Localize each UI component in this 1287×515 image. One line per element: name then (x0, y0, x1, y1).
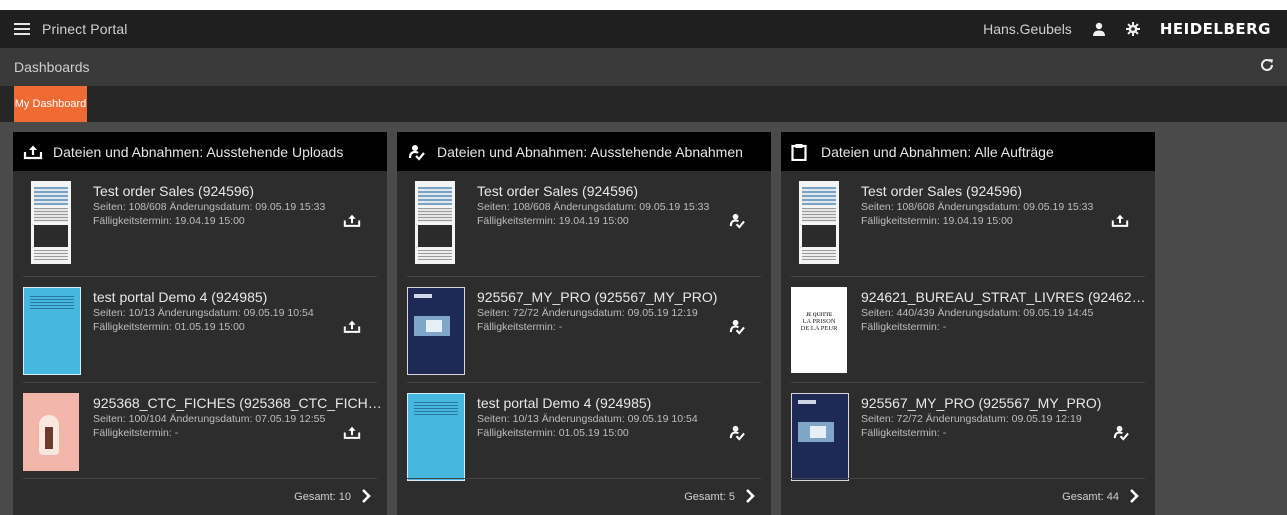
item-title: test portal Demo 4 (924985) (477, 395, 652, 411)
upload-icon[interactable] (341, 421, 363, 443)
item-meta: Seiten: 108/608 Änderungsdatum: 09.05.19… (477, 201, 710, 213)
upload-icon[interactable] (341, 315, 363, 337)
item-due-date: Fälligkeitstermin: 19.04.19 15:00 (477, 215, 629, 227)
panel-header: Dateien und Abnahmen: Ausstehende Upload… (13, 132, 387, 171)
item-due-date: Fälligkeitstermin: - (93, 427, 179, 439)
panel-pending-approvals: Dateien und Abnahmen: Ausstehende Abnahm… (397, 132, 771, 515)
document-thumbnail (415, 181, 455, 264)
list-item[interactable]: test portal Demo 4 (924985) Seiten: 10/1… (407, 383, 761, 488)
item-meta: Seiten: 108/608 Änderungsdatum: 09.05.19… (93, 201, 326, 213)
approval-icon[interactable] (725, 209, 747, 231)
book-cover-line: DE LA PEUR (800, 325, 838, 332)
item-title: 924621_BUREAU_STRAT_LIVRES (924621_BUREA… (861, 289, 1153, 305)
item-meta: Seiten: 72/72 Änderungsdatum: 09.05.19 1… (477, 307, 698, 319)
book-cover-line: LA PRISON (802, 318, 836, 325)
panel-title: Dateien und Abnahmen: Alle Aufträge (821, 143, 1054, 160)
app-title: Prinect Portal (42, 21, 128, 37)
list-item[interactable]: test portal Demo 4 (924985) Seiten: 10/1… (23, 277, 377, 383)
tab-bar: My Dashboard (0, 86, 1287, 122)
chevron-right-icon[interactable] (361, 488, 371, 506)
item-title: 925567_MY_PRO (925567_MY_PRO) (861, 395, 1102, 411)
item-due-date: Fälligkeitstermin: - (861, 427, 947, 439)
list-item[interactable]: Test order Sales (924596) Seiten: 108/60… (23, 171, 377, 277)
item-title: 925567_MY_PRO (925567_MY_PRO) (477, 289, 718, 305)
panel-footer: Gesamt: 10 (23, 478, 377, 515)
panel-pending-uploads: Dateien und Abnahmen: Ausstehende Upload… (13, 132, 387, 515)
list-item[interactable]: 925567_MY_PRO (925567_MY_PRO) Seiten: 72… (407, 277, 761, 383)
user-name[interactable]: Hans.Geubels (983, 21, 1072, 37)
panel-title: Dateien und Abnahmen: Ausstehende Abnahm… (437, 143, 743, 160)
clipboard-icon (791, 143, 811, 161)
document-thumbnail: JE QUITTE LA PRISON DE LA PEUR (791, 287, 847, 373)
panel-title: Dateien und Abnahmen: Ausstehende Upload… (53, 143, 344, 160)
item-title: test portal Demo 4 (924985) (93, 289, 268, 305)
panel-header: Dateien und Abnahmen: Ausstehende Abnahm… (397, 132, 771, 171)
item-due-date: Fälligkeitstermin: 19.04.19 15:00 (861, 215, 1013, 227)
panel-footer: Gesamt: 5 (407, 478, 761, 515)
total-count: Gesamt: 10 (294, 491, 351, 503)
list-item[interactable]: Test order Sales (924596) Seiten: 108/60… (407, 171, 761, 277)
heidelberg-logo: HEIDELBERG (1159, 20, 1271, 38)
approval-icon[interactable] (725, 421, 747, 443)
panel-all-jobs: Dateien und Abnahmen: Alle Aufträge Test… (781, 132, 1155, 515)
item-due-date: Fälligkeitstermin: 01.05.19 15:00 (93, 321, 245, 333)
item-title: Test order Sales (924596) (861, 183, 1023, 199)
item-due-date: Fälligkeitstermin: 01.05.19 15:00 (477, 427, 629, 439)
page-title: Dashboards (14, 59, 90, 75)
item-due-date: Fälligkeitstermin: - (861, 321, 947, 333)
item-title: 925368_CTC_FICHES (925368_CTC_FICHES) (93, 395, 385, 411)
item-meta: Seiten: 100/104 Änderungsdatum: 07.05.19… (93, 413, 326, 425)
top-bar: Prinect Portal Hans.Geubels HEIDELBERG (0, 10, 1287, 48)
approval-icon[interactable] (725, 315, 747, 337)
item-title: Test order Sales (924596) (477, 183, 639, 199)
dashboards-bar: Dashboards (0, 48, 1287, 86)
item-meta: Seiten: 440/439 Änderungsdatum: 09.05.19… (861, 307, 1094, 319)
approval-icon[interactable] (1109, 421, 1131, 443)
item-meta: Seiten: 10/13 Änderungsdatum: 09.05.19 1… (477, 413, 698, 425)
document-thumbnail (31, 181, 71, 264)
item-meta: Seiten: 72/72 Änderungsdatum: 09.05.19 1… (861, 413, 1082, 425)
list-item[interactable]: 925368_CTC_FICHES (925368_CTC_FICHES) Se… (23, 383, 385, 488)
document-thumbnail (407, 287, 465, 375)
approval-icon (407, 143, 427, 161)
chevron-right-icon[interactable] (745, 488, 755, 506)
gear-icon[interactable] (1122, 18, 1144, 40)
app-window: Prinect Portal Hans.Geubels HEIDELBERG D… (0, 10, 1287, 515)
user-icon[interactable] (1088, 18, 1110, 40)
menu-icon[interactable] (14, 20, 30, 38)
list-item[interactable]: Test order Sales (924596) Seiten: 108/60… (791, 171, 1145, 277)
document-thumbnail (23, 287, 81, 375)
document-thumbnail (791, 393, 849, 481)
document-thumbnail (23, 393, 79, 471)
tab-my-dashboard[interactable]: My Dashboard (14, 86, 87, 122)
item-meta: Seiten: 108/608 Änderungsdatum: 09.05.19… (861, 201, 1094, 213)
panel-footer: Gesamt: 44 (791, 478, 1145, 515)
upload-icon[interactable] (1109, 209, 1131, 231)
total-count: Gesamt: 5 (684, 491, 735, 503)
panel-header: Dateien und Abnahmen: Alle Aufträge (781, 132, 1155, 171)
item-title: Test order Sales (924596) (93, 183, 255, 199)
list-item[interactable]: JE QUITTE LA PRISON DE LA PEUR 924621_BU… (791, 277, 1153, 383)
total-count: Gesamt: 44 (1062, 491, 1119, 503)
upload-icon[interactable] (341, 209, 363, 231)
item-meta: Seiten: 10/13 Änderungsdatum: 09.05.19 1… (93, 307, 314, 319)
chevron-right-icon[interactable] (1129, 488, 1139, 506)
list-item[interactable]: 925567_MY_PRO (925567_MY_PRO) Seiten: 72… (791, 383, 1145, 488)
upload-icon (23, 143, 43, 161)
document-thumbnail (799, 181, 839, 264)
document-thumbnail (407, 393, 465, 481)
refresh-icon[interactable] (1259, 57, 1275, 78)
item-due-date: Fälligkeitstermin: 19.04.19 15:00 (93, 215, 245, 227)
item-due-date: Fälligkeitstermin: - (477, 321, 563, 333)
